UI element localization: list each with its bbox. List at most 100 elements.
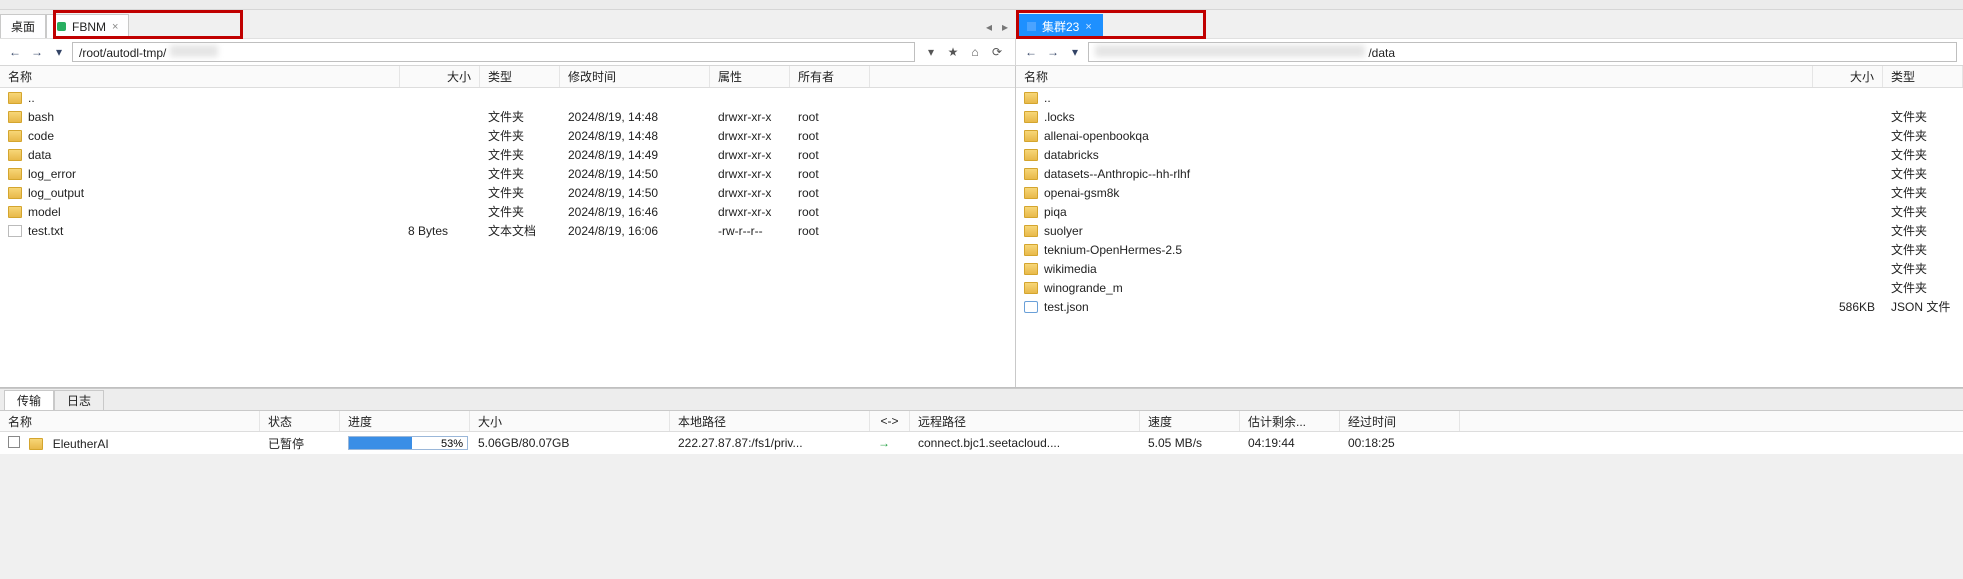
chevron-left-icon[interactable]: ◂ <box>986 20 992 34</box>
tab-desktop[interactable]: 桌面 <box>0 14 46 38</box>
col-direction[interactable]: <-> <box>870 411 910 431</box>
nav-forward-icon[interactable]: → <box>28 43 46 61</box>
file-row[interactable]: model文件夹2024/8/19, 16:46drwxr-xr-xroot <box>0 202 1015 221</box>
tab-log[interactable]: 日志 <box>54 390 104 410</box>
col-remote-path[interactable]: 远程路径 <box>910 411 1140 431</box>
file-name: suolyer <box>1044 224 1083 238</box>
bookmark-icon[interactable]: ★ <box>945 44 961 60</box>
file-attr-cell: drwxr-xr-x <box>710 205 790 219</box>
file-row[interactable]: allenai-openbookqa文件夹 <box>1016 126 1963 145</box>
file-name: test.json <box>1044 300 1089 314</box>
file-row[interactable]: suolyer 文件夹 <box>1016 221 1963 240</box>
col-name[interactable]: 名称 <box>0 66 400 87</box>
file-row[interactable]: .. <box>1016 88 1963 107</box>
file-row[interactable]: data文件夹2024/8/19, 14:49drwxr-xr-xroot <box>0 145 1015 164</box>
file-row[interactable]: log_error文件夹2024/8/19, 14:50drwxr-xr-xro… <box>0 164 1015 183</box>
tabbar-right: 集群23 × <box>1016 14 1963 38</box>
nav-back-icon[interactable]: ← <box>6 43 24 61</box>
status-dot-icon <box>57 22 66 31</box>
col-label: 名称 <box>1024 68 1048 85</box>
col-size[interactable]: 大小 <box>470 411 670 431</box>
file-name: teknium-OpenHermes-2.5 <box>1044 243 1182 257</box>
checkbox[interactable] <box>8 436 20 448</box>
file-row[interactable]: test.txt8 Bytes文本文档2024/8/19, 16:06-rw-r… <box>0 221 1015 240</box>
address-text: /data <box>1368 46 1395 60</box>
file-name-cell: .. <box>1016 91 1813 105</box>
file-owner-cell: root <box>790 186 870 200</box>
file-name-cell: bash <box>0 110 400 124</box>
nav-dropdown-icon[interactable]: ▾ <box>50 43 68 61</box>
col-attr[interactable]: 属性 <box>710 66 790 87</box>
col-status[interactable]: 状态 <box>260 411 340 431</box>
file-row[interactable]: test.json586KBJSON 文件 <box>1016 297 1963 316</box>
file-name-cell: winogrande_m <box>1016 281 1813 295</box>
file-owner-cell: root <box>790 205 870 219</box>
col-name[interactable]: 名称 <box>1016 66 1813 87</box>
file-type-cell: 文件夹 <box>1883 222 1963 239</box>
transfer-row[interactable]: EleutherAI 已暂停 53% 5.06GB/80.07GB 222.27… <box>0 432 1963 454</box>
tab-fbnm[interactable]: FBNM × <box>46 14 129 38</box>
col-progress[interactable]: 进度 <box>340 411 470 431</box>
col-size[interactable]: 大小 <box>400 66 480 87</box>
address-input-left[interactable]: /root/autodl-tmp/ <box>72 42 915 62</box>
dropdown-icon[interactable]: ▾ <box>923 44 939 60</box>
close-icon[interactable]: × <box>1085 21 1091 33</box>
tab-cluster23[interactable]: 集群23 × <box>1016 14 1103 38</box>
folder-icon <box>1024 111 1038 123</box>
file-name-cell: code <box>0 129 400 143</box>
chevron-right-icon[interactable]: ▸ <box>1002 20 1008 34</box>
file-name: code <box>28 129 54 143</box>
file-name-cell: data <box>0 148 400 162</box>
file-name: openai-gsm8k <box>1044 186 1119 200</box>
col-owner[interactable]: 所有者 <box>790 66 870 87</box>
col-elapsed[interactable]: 经过时间 <box>1340 411 1460 431</box>
nav-dropdown-icon[interactable]: ▾ <box>1066 43 1084 61</box>
nav-forward-icon[interactable]: → <box>1044 43 1062 61</box>
file-row[interactable]: .locks文件夹 <box>1016 107 1963 126</box>
file-type-cell: 文件夹 <box>480 108 560 125</box>
file-rows-left: ..bash文件夹2024/8/19, 14:48drwxr-xr-xrootc… <box>0 88 1015 387</box>
file-row[interactable]: databricks文件夹 <box>1016 145 1963 164</box>
col-name[interactable]: 名称 <box>0 411 260 431</box>
transfer-name: EleutherAI <box>53 437 109 451</box>
file-row[interactable]: code文件夹2024/8/19, 14:48drwxr-xr-xroot <box>0 126 1015 145</box>
col-label: 大小 <box>447 68 471 85</box>
transfer-name-cell: EleutherAI <box>0 436 260 451</box>
file-row[interactable]: wikimedia文件夹 <box>1016 259 1963 278</box>
col-size[interactable]: 大小 <box>1813 66 1883 87</box>
file-name: allenai-openbookqa <box>1044 129 1149 143</box>
file-row[interactable]: datasets--Anthropic--hh-rlhf文件夹 <box>1016 164 1963 183</box>
col-type[interactable]: 类型 <box>1883 66 1963 87</box>
tab-transfer[interactable]: 传输 <box>4 390 54 410</box>
address-pane-left: ← → ▾ /root/autodl-tmp/ ▾ ★ ⌂ ⟳ <box>0 39 1016 66</box>
file-row[interactable]: bash文件夹2024/8/19, 14:48drwxr-xr-xroot <box>0 107 1015 126</box>
col-eta[interactable]: 估计剩余... <box>1240 411 1340 431</box>
file-type-cell: 文件夹 <box>480 184 560 201</box>
file-name-cell: datasets--Anthropic--hh-rlhf <box>1016 167 1813 181</box>
file-row[interactable]: winogrande_m文件夹 <box>1016 278 1963 297</box>
file-row[interactable]: piqa文件夹 <box>1016 202 1963 221</box>
nav-back-icon[interactable]: ← <box>1022 43 1040 61</box>
address-input-right[interactable]: /data <box>1088 42 1957 62</box>
column-headers-right: 名称 大小 类型 <box>1016 66 1963 88</box>
col-local-path[interactable]: 本地路径 <box>670 411 870 431</box>
folder-icon <box>1024 187 1038 199</box>
col-label: 大小 <box>1850 68 1874 85</box>
file-name-cell: .locks <box>1016 110 1813 124</box>
file-name-cell: suolyer <box>1016 224 1813 238</box>
col-speed[interactable]: 速度 <box>1140 411 1240 431</box>
col-label: 进度 <box>348 413 372 430</box>
home-icon[interactable]: ⌂ <box>967 44 983 60</box>
file-row[interactable]: teknium-OpenHermes-2.5文件夹 <box>1016 240 1963 259</box>
file-row[interactable]: log_output文件夹2024/8/19, 14:50drwxr-xr-xr… <box>0 183 1015 202</box>
refresh-icon[interactable]: ⟳ <box>989 44 1005 60</box>
col-type[interactable]: 类型 <box>480 66 560 87</box>
progress-bar: 53% <box>348 436 468 450</box>
close-icon[interactable]: × <box>112 21 118 33</box>
col-label: 名称 <box>8 68 32 85</box>
file-row[interactable]: .. <box>0 88 1015 107</box>
col-mtime[interactable]: 修改时间 <box>560 66 710 87</box>
file-type-cell: 文件夹 <box>1883 203 1963 220</box>
col-label: 状态 <box>268 413 292 430</box>
file-row[interactable]: openai-gsm8k文件夹 <box>1016 183 1963 202</box>
